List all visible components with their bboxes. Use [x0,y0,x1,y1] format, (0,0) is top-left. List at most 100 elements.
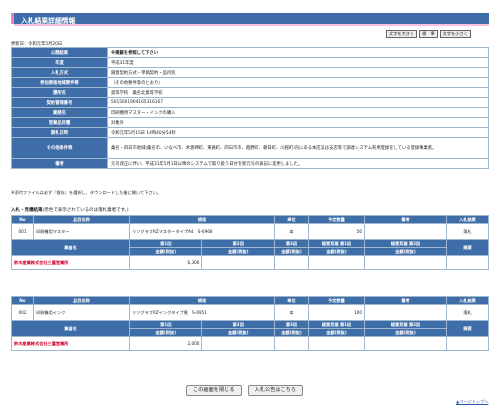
qty-header: 予定数量 [308,296,365,305]
item-qty: 50 [308,223,365,240]
item-remark [364,304,447,321]
attachment-note: ※添付ファイルは必ず『保存』を選択し、ダウンロードした後に開いて下さい。 [11,190,161,195]
font-small-button[interactable]: 文字を小さく [439,30,471,38]
info-value: ※掲載を参照して下さい [107,47,489,58]
info-label: 開札日時 [11,127,108,138]
info-row: 業務名 印刷機用マスター・インクの購入 [11,107,489,118]
summary-header: 摘要 [446,239,489,256]
bid-amount-round2 [201,255,275,270]
amount-header: 金額(税抜) [274,247,309,256]
info-row: 年度 平成31年度 [11,57,489,68]
round1-header: 第1回 [128,239,203,248]
remark-header: 備考 [364,215,447,224]
bidder-company: 鈴木産業株式会社三重営業所 [11,255,130,270]
item-no: 001 [11,223,34,240]
company-header: 業者名 [11,320,130,337]
amount-header: 金額(税抜) [201,247,275,256]
info-value: 元号改正に伴い、平成31年5月1日以降のシステムで取り扱う日付を新元号の表記に変… [107,158,489,169]
info-label: 公開結果 [11,47,108,58]
round2-header: 第2回 [201,320,275,329]
no-header: No [11,215,34,224]
bid-summary [446,255,489,270]
result-header: 入札結果 [446,296,489,305]
info-value: 奥等学校 桑名北奥等学校 [107,87,489,98]
info-label: 営業品目種 [11,117,108,128]
item-result: 落札 [446,223,489,240]
info-row: 営業品目種 対象外 [11,117,489,128]
no-header: No [11,296,34,305]
bidder-header-row: 業者名 第1回 第2回 第3回 随意見積 第1回 随意見積 第2回 摘要 [11,320,489,337]
amount-header: 金額(税抜) [308,247,365,256]
font-size-controls: 文字を大きく 標 準 文字を小さく [386,30,471,38]
section-title-main: 入札・見積結果 [11,208,43,213]
bid-amount-round3 [274,255,309,270]
page-title-bar: 入札結果詳細情報 [11,13,489,25]
amount-header: 金額(税抜) [274,328,309,337]
amount-header: 金額(税抜) [364,247,447,256]
bid-notice-button[interactable]: 入札公告はこちら [247,385,304,396]
info-row: 備考 元号改正に伴い、平成31年5月1日以降のシステムで取り扱う日付を新元号の表記… [11,158,489,169]
summary-header: 摘要 [446,320,489,337]
bid-amount-round1: 6,300 [128,255,203,270]
info-value: 対象外 [107,117,489,128]
round1-header: 第1回 [128,320,203,329]
remark-header: 備考 [364,296,447,305]
section-title-sub: (赤色で表示されているのは落札業者です。) [42,208,129,213]
bidder-company: 鈴木産業株式会社三重営業所 [11,336,130,351]
info-row: 契約管理番号 5015001904165316167 [11,97,489,108]
info-row: 参加資格地域要件等 （その他要件等のとおり） [11,77,489,88]
page-top-link[interactable]: ▲ページトップへ [456,399,488,405]
unit-header: 単位 [274,296,309,305]
bidder-header-row: 業者名 第1回 第2回 第3回 随意見積 第1回 随意見積 第2回 摘要 [11,239,489,256]
company-header: 業者名 [11,239,130,256]
negotiated1-header: 随意見積 第1回 [308,320,365,329]
item-row: 001 印刷機用マスター リソグラフRZマスタータイプA4 S-6968 本 50 落札 [11,223,489,240]
item-header-row: No 品目名称 規格 単位 予定数量 備考 入札結果 [11,215,489,224]
info-value: 桑名・四日市地域(桑名市、いなべ市、木曽岬町、東員町、四日市市、菰野町、朝日町、… [107,137,489,159]
bid-amount-round2 [201,336,275,351]
bid-amount-round1: 2,000 [128,336,203,351]
bid-summary [446,336,489,351]
info-label: 課所名 [11,87,108,98]
info-value: 印刷機用マスター・インクの購入 [107,107,489,118]
round3-header: 第3回 [274,320,309,329]
info-value: 令和元年5月15日 14時40分54秒 [107,127,489,138]
round2-header: 第2回 [201,239,275,248]
font-large-button[interactable]: 文字を大きく [386,30,418,38]
title-underline [14,24,489,26]
bid-amount-negotiated1 [308,336,365,351]
bid-amount-negotiated1 [308,255,365,270]
info-row: 課所名 奥等学校 桑名北奥等学校 [11,87,489,98]
spec-header: 規格 [129,215,275,224]
info-label: その他条件等 [11,137,108,159]
bid-table-item-1: No 品目名称 規格 単位 予定数量 備考 入札結果 001 印刷機用マスター リソグラフRZマス… [11,215,489,270]
section-title: 入札・見積結果(赤色で表示されているのは落札業者です。) [11,207,129,213]
item-name-header: 品目名称 [33,215,130,224]
info-label: 業務名 [11,107,108,118]
negotiated2-header: 随意見積 第2回 [364,239,447,248]
amount-header: 金額(税抜) [201,328,275,337]
info-value: （その他要件等のとおり） [107,77,489,88]
action-buttons: この画面を閉じる 入札公告はこちら [186,385,304,396]
info-label: 参加資格地域要件等 [11,77,108,88]
qty-header: 予定数量 [308,215,365,224]
item-result: 落札 [446,304,489,321]
info-row: 入札方式 随意契約方式・単価契約・品目別 [11,67,489,78]
result-header: 入札結果 [446,215,489,224]
bid-amount-negotiated2 [364,255,447,270]
info-row: 開札日時 令和元年5月15日 14時40分54秒 [11,127,489,138]
item-name: 印刷機用マスター [33,223,130,240]
font-standard-button[interactable]: 標 準 [419,30,438,38]
item-name-header: 品目名称 [33,296,130,305]
bid-amount-round3 [274,336,309,351]
item-row: 002 印刷機用インク リソグラフRZインクタイプ黒 S-6951 本 100 落札 [11,304,489,321]
amount-header: 金額(税抜) [128,328,203,337]
round3-header: 第3回 [274,239,309,248]
item-remark [364,223,447,240]
info-row: 公開結果 ※掲載を参照して下さい [11,47,489,58]
info-value: 随意契約方式・単価契約・品目別 [107,67,489,78]
bid-table-item-2: No 品目名称 規格 単位 予定数量 備考 入札結果 002 印刷機用インク リソグラフRZインク… [11,296,489,351]
item-unit: 本 [274,223,309,240]
spec-header: 規格 [129,296,275,305]
close-window-button[interactable]: この画面を閉じる [186,385,242,396]
